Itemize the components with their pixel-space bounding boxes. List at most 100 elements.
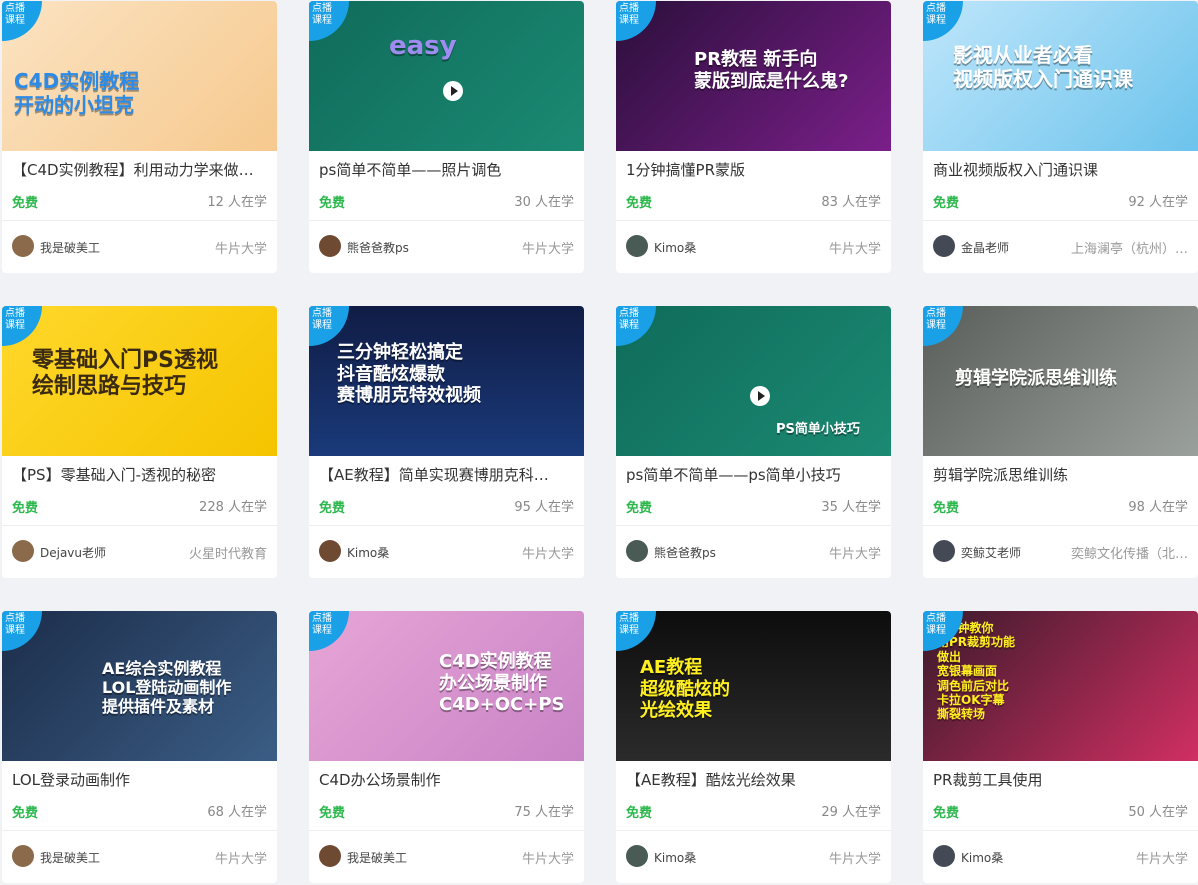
teacher-avatar[interactable] [12,540,34,562]
course-thumbnail[interactable]: 剪辑学院派思维训练 点播 课程 [923,306,1198,456]
course-card[interactable]: PS简单小技巧 点播 课程 ps简单不简单——ps简单小技巧 免费 35 人在学 熊爸爸教… [616,306,891,578]
course-title[interactable]: 剪辑学院派思维训练 [933,464,1191,485]
teacher-avatar[interactable] [933,845,955,867]
price-label: 免费 [12,501,39,516]
thumbnail-title-art: 三分钟轻松搞定 抖音酷炫爆款 赛博朋克特效视频 [337,342,481,407]
course-thumbnail[interactable]: 三分钟轻松搞定 抖音酷炫爆款 赛博朋克特效视频 点播 课程 [309,306,584,456]
play-icon[interactable] [443,81,463,101]
course-thumbnail[interactable]: AE综合实例教程 LOL登陆动画制作 提供插件及素材 点播 课程 [2,611,277,761]
course-type-badge: 点播 课程 [2,306,42,346]
card-divider [923,830,1198,831]
course-thumbnail[interactable]: easy 点播 课程 [309,1,584,151]
card-divider [309,830,584,831]
course-thumbnail[interactable]: PR教程 新手向 蒙版到底是什么鬼? 点播 课程 [616,1,891,151]
teacher-avatar[interactable] [626,540,648,562]
play-icon[interactable] [750,386,770,406]
teacher-name[interactable]: 熊爸爸教ps [654,544,716,561]
price-label: 免费 [626,806,653,821]
organization-name[interactable]: 牛片大学 [215,238,267,257]
course-title[interactable]: 商业视频版权入门通识课 [933,159,1191,180]
course-thumbnail[interactable]: 零基础入门PS透视 绘制思路与技巧 点播 课程 [2,306,277,456]
course-thumbnail[interactable]: C4D实例教程 办公场景制作 C4D+OC+PS 点播 课程 [309,611,584,761]
teacher-avatar[interactable] [12,235,34,257]
teacher-name[interactable]: Kimo桑 [654,849,696,866]
learner-count: 228 人在学 [199,500,267,515]
course-title[interactable]: 1分钟搞懂PR蒙版 [626,159,884,180]
teacher-avatar[interactable] [933,235,955,257]
organization-name[interactable]: 火星时代教育 [189,543,267,562]
course-title[interactable]: ps简单不简单——ps简单小技巧 [626,464,884,485]
learner-count: 50 人在学 [1128,805,1188,820]
teacher-name[interactable]: Kimo桑 [961,849,1003,866]
thumbnail-title-art: PS简单小技巧 [776,422,860,437]
organization-name[interactable]: 上海澜亭（杭州）… [1071,238,1188,257]
organization-name[interactable]: 牛片大学 [522,848,574,867]
thumbnail-title-art: 影视从业者必看 视频版权入门通识课 [953,43,1133,91]
course-card[interactable]: PR教程 新手向 蒙版到底是什么鬼? 点播 课程 1分钟搞懂PR蒙版 免费 83 人在学… [616,1,891,273]
course-card[interactable]: AE教程 超级酷炫的 光绘效果 点播 课程 【AE教程】酷炫光绘效果 免费 29 人在学… [616,611,891,883]
course-card[interactable]: 剪辑学院派思维训练 点播 课程 剪辑学院派思维训练 免费 98 人在学 奕鲸艾老师 奕鲸文化… [923,306,1198,578]
learner-count: 92 人在学 [1128,195,1188,210]
teacher-name[interactable]: Dejavu老师 [40,544,106,561]
thumbnail-title-art: easy [389,31,457,61]
course-type-badge: 点播 课程 [309,611,349,651]
organization-name[interactable]: 牛片大学 [522,238,574,257]
learner-count: 35 人在学 [821,500,881,515]
course-title[interactable]: 【AE教程】酷炫光绘效果 [626,769,884,790]
course-thumbnail[interactable]: C4D实例教程 开动的小坦克 点播 课程 [2,1,277,151]
card-divider [616,220,891,221]
price-label: 免费 [319,501,346,516]
organization-name[interactable]: 牛片大学 [829,238,881,257]
course-card[interactable]: 零基础入门PS透视 绘制思路与技巧 点播 课程【PS】零基础入门-透视的秘密免费 2… [2,306,277,578]
price-label: 免费 [12,806,39,821]
course-card[interactable]: 影视从业者必看 视频版权入门通识课 点播 课程商业视频版权入门通识课免费 92 人在… [923,1,1198,273]
teacher-name[interactable]: Kimo桑 [347,544,389,561]
organization-name[interactable]: 牛片大学 [522,543,574,562]
teacher-name[interactable]: 我是破美工 [347,849,407,866]
course-card[interactable]: 三分钟轻松搞定 抖音酷炫爆款 赛博朋克特效视频 点播 课程【AE教程】简单实现赛博… [309,306,584,578]
organization-name[interactable]: 奕鲸文化传播（北… [1071,543,1188,562]
course-type-badge: 点播 课程 [923,1,963,41]
thumbnail-title-art: PR教程 新手向 蒙版到底是什么鬼? [694,49,849,92]
teacher-avatar[interactable] [626,235,648,257]
teacher-avatar[interactable] [626,845,648,867]
course-card[interactable]: C4D实例教程 开动的小坦克 点播 课程 【C4D实例教程】利用动力学来做… 免费 12… [2,1,277,273]
course-title[interactable]: 【AE教程】简单实现赛博朋克科… [319,464,577,485]
teacher-name[interactable]: 奕鲸艾老师 [961,544,1021,561]
course-thumbnail[interactable]: 影视从业者必看 视频版权入门通识课 点播 课程 [923,1,1198,151]
teacher-avatar[interactable] [319,540,341,562]
teacher-name[interactable]: 金晶老师 [961,239,1009,256]
organization-name[interactable]: 牛片大学 [829,848,881,867]
price-label: 免费 [933,196,960,211]
course-card[interactable]: easy 点播 课程 ps简单不简单——照片调色 免费 30 人在学 熊爸爸教ps 牛片大学 [309,1,584,273]
card-divider [923,525,1198,526]
learner-count: 75 人在学 [514,805,574,820]
organization-name[interactable]: 牛片大学 [829,543,881,562]
course-type-badge: 点播 课程 [309,306,349,346]
course-thumbnail[interactable]: 4分钟教你 用PR裁剪功能 做出 宽银幕画面 调色前后对比 卡拉OK字幕 撕裂转… [923,611,1198,761]
teacher-avatar[interactable] [12,845,34,867]
course-title[interactable]: 【PS】零基础入门-透视的秘密 [12,464,270,485]
teacher-name[interactable]: 熊爸爸教ps [347,239,409,256]
organization-name[interactable]: 牛片大学 [215,848,267,867]
course-title[interactable]: 【C4D实例教程】利用动力学来做… [12,159,270,180]
teacher-avatar[interactable] [319,845,341,867]
course-card[interactable]: C4D实例教程 办公场景制作 C4D+OC+PS 点播 课程 C4D办公场景制作 免费… [309,611,584,883]
teacher-name[interactable]: 我是破美工 [40,239,100,256]
course-card[interactable]: 4分钟教你 用PR裁剪功能 做出 宽银幕画面 调色前后对比 卡拉OK字幕 撕裂转… [923,611,1198,883]
course-title[interactable]: PR裁剪工具使用 [933,769,1191,790]
teacher-avatar[interactable] [933,540,955,562]
course-type-badge: 点播 课程 [923,306,963,346]
learner-count: 12 人在学 [207,195,267,210]
course-title[interactable]: LOL登录动画制作 [12,769,270,790]
teacher-name[interactable]: Kimo桑 [654,239,696,256]
organization-name[interactable]: 牛片大学 [1136,848,1188,867]
course-thumbnail[interactable]: AE教程 超级酷炫的 光绘效果 点播 课程 [616,611,891,761]
teacher-name[interactable]: 我是破美工 [40,849,100,866]
teacher-avatar[interactable] [319,235,341,257]
course-card[interactable]: AE综合实例教程 LOL登陆动画制作 提供插件及素材 点播 课程 LOL登录动画制作… [2,611,277,883]
course-title[interactable]: C4D办公场景制作 [319,769,577,790]
course-thumbnail[interactable]: PS简单小技巧 点播 课程 [616,306,891,456]
course-title[interactable]: ps简单不简单——照片调色 [319,159,577,180]
course-type-badge: 点播 课程 [309,1,349,41]
